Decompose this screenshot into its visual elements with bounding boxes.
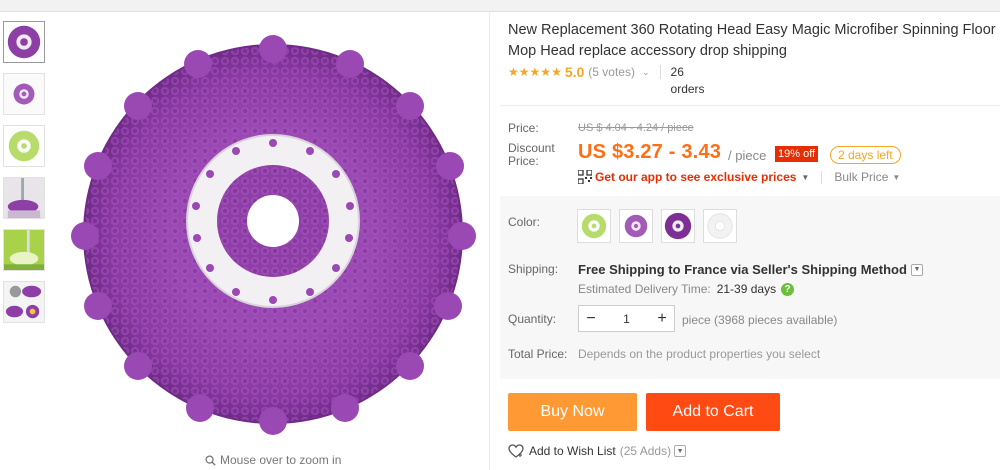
chevron-down-icon[interactable]: ▼ [910, 263, 923, 276]
wish-list-label[interactable]: Add to Wish List [529, 444, 616, 458]
orders-count: 26 orders [670, 65, 705, 96]
top-bar [0, 0, 1000, 12]
shipping-prefix: Free Shipping to [578, 262, 681, 277]
caret-down-icon[interactable]: ▼ [892, 173, 900, 182]
rating-row: ★ ★ ★ ★ ★ 5.0 (5 votes) ⌄ 26 orders [508, 64, 711, 98]
separator [659, 65, 661, 79]
add-to-cart-button[interactable]: Add to Cart [646, 393, 780, 431]
thumbnail-list [3, 21, 47, 333]
discount-badge: 19% off [775, 146, 819, 162]
heart-icon [508, 444, 524, 458]
buy-now-button[interactable]: Buy Now [508, 393, 637, 431]
quantity-stepper: − 1 + [578, 305, 675, 332]
price-unit: / piece [728, 148, 767, 163]
shipping-info: Free Shipping to France via Seller's Shi… [578, 262, 923, 277]
price-label: Price: [508, 121, 539, 135]
days-left-badge: 2 days left [830, 146, 901, 164]
swatch-green[interactable] [577, 209, 611, 243]
quantity-label: Quantity: [508, 312, 557, 326]
estimated-delivery: Estimated Delivery Time: 21-39 days ? [578, 282, 795, 296]
app-promo-row: Get our app to see exclusive prices ▼ Bu… [578, 170, 900, 184]
total-price-label: Total Price: [508, 347, 568, 361]
zoom-hint-text: Mouse over to zoom in [220, 453, 342, 467]
star-icon: ★ [518, 65, 530, 79]
thumbnail-mop-bucket-purple[interactable] [3, 177, 45, 219]
star-rating[interactable]: ★ ★ ★ ★ ★ [508, 65, 562, 79]
total-price-value: Depends on the product properties you se… [578, 347, 821, 361]
swatch-white[interactable] [703, 209, 737, 243]
shipping-country[interactable]: France [684, 262, 727, 277]
qr-code-icon [578, 170, 592, 184]
shipping-label: Shipping: [508, 262, 559, 276]
minus-button[interactable]: − [579, 306, 603, 331]
magnifier-icon [205, 454, 216, 466]
thumbnail-mop-bucket-green[interactable] [3, 229, 45, 271]
vertical-divider [489, 12, 490, 470]
thumbnail-mop-heads-set[interactable] [3, 281, 45, 323]
rating-value: 5.0 [564, 64, 585, 80]
product-info: New Replacement 360 Rotating Head Easy M… [508, 20, 1000, 96]
star-icon: ★ [551, 65, 562, 79]
color-swatches [577, 209, 737, 243]
main-product-image[interactable] [60, 16, 490, 451]
shipping-method[interactable]: via Seller's Shipping Method [730, 262, 906, 277]
bulk-price-link[interactable]: Bulk Price [834, 170, 888, 184]
app-promo-link[interactable]: Get our app to see exclusive prices [595, 170, 796, 184]
swatch-purple-light[interactable] [619, 209, 653, 243]
discount-price: US $3.27 - 3.43 [578, 141, 722, 163]
estimated-label: Estimated Delivery Time: [578, 282, 711, 296]
estimated-value: 21-39 days [716, 282, 777, 296]
star-icon: ★ [540, 65, 552, 79]
chevron-down-icon[interactable]: ⌄ [642, 64, 650, 80]
quantity-available: piece (3968 pieces available) [682, 313, 838, 327]
mop-head-illustration [71, 35, 476, 435]
chevron-down-icon[interactable]: ▼ [674, 445, 687, 457]
swatch-purple-dark[interactable] [661, 209, 695, 243]
separator [821, 170, 823, 184]
caret-down-icon[interactable]: ▼ [801, 173, 809, 182]
product-title: New Replacement 360 Rotating Head Easy M… [508, 22, 996, 59]
thumbnail-purple-mop-head[interactable] [3, 21, 45, 63]
star-icon: ★ [508, 65, 519, 79]
discount-price-label: Discount Price: [508, 141, 555, 168]
wish-count: (25 Adds) [619, 444, 672, 458]
wish-list[interactable]: Add to Wish List (25 Adds) ▼ [508, 444, 687, 458]
zoom-hint: Mouse over to zoom in [205, 453, 341, 467]
color-label: Color: [508, 215, 541, 229]
thumbnail-purple-mop-small[interactable] [3, 73, 45, 115]
star-icon: ★ [529, 65, 541, 79]
help-icon[interactable]: ? [781, 282, 795, 296]
votes-link[interactable]: (5 votes) [588, 64, 635, 80]
divider [500, 105, 1000, 106]
plus-button[interactable]: + [650, 306, 674, 331]
quantity-input[interactable]: 1 [603, 312, 650, 326]
original-price: US $ 4.04 - 4.24 / piece [578, 122, 694, 134]
thumbnail-green-mop-head[interactable] [3, 125, 45, 167]
